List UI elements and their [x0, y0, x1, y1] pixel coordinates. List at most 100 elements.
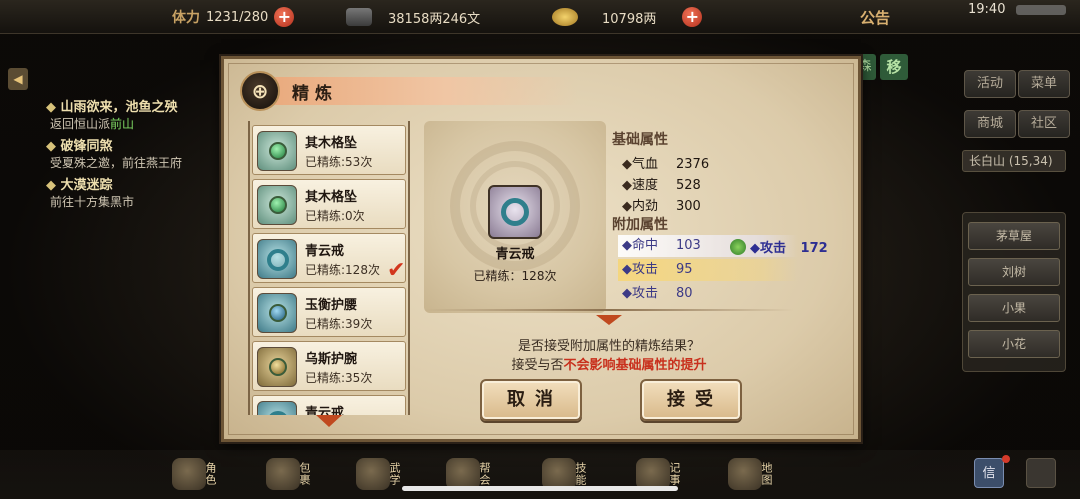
bottom-item-label: 帮会	[478, 462, 491, 486]
bottom-item-label: 技能	[574, 462, 587, 486]
bottom-item-character[interactable]: 角色	[172, 452, 228, 492]
bag-icon	[266, 458, 300, 490]
bottom-item-label: 记事	[668, 462, 681, 486]
npc-item[interactable]: 茅草屋	[968, 222, 1060, 250]
bottom-bar	[0, 450, 1080, 499]
silver-value: 38158两246文	[388, 11, 481, 27]
dialog-title: 精炼	[292, 84, 338, 104]
attr-value: 95	[676, 262, 693, 277]
quest-title: 破锋同煞	[46, 135, 226, 154]
quest-desc-highlight[interactable]: 前山	[110, 117, 134, 131]
bottom-item-label: 包裹	[298, 462, 311, 486]
quest-collapse-arrow-icon[interactable]: ◀	[8, 68, 28, 90]
item-refine-count: 已精练:35次	[305, 371, 373, 385]
item-name: 玉衡护腰	[305, 298, 358, 313]
attr-name: 攻击	[632, 262, 659, 277]
base-attr-row: ◆速度 528	[622, 174, 701, 193]
prompt-text: 接受与否	[511, 358, 564, 373]
scroll-down-icon[interactable]	[316, 415, 342, 427]
add-stamina-button[interactable]: +	[274, 7, 295, 27]
selected-check-icon: ✔	[387, 258, 406, 283]
book-icon	[356, 458, 390, 490]
base-attr-row: ◆气血 2376	[622, 153, 709, 172]
hide-ui-button[interactable]	[1026, 458, 1056, 488]
bottom-item-label: 武学	[388, 462, 401, 486]
ring-icon	[257, 239, 297, 279]
quest-item[interactable]: 大漠迷踪 前往十方集黑市	[46, 174, 226, 211]
attr-name: 速度	[632, 178, 659, 193]
npc-item[interactable]: 刘树	[968, 258, 1060, 286]
list-item[interactable]: 其木格坠 已精练:0次	[252, 179, 406, 229]
npc-item[interactable]: 小花	[968, 330, 1060, 358]
info-button[interactable]: 信	[974, 458, 1004, 488]
extra-attr-row[interactable]: ◆攻击 80	[618, 283, 798, 305]
attr-name: 内劲	[632, 199, 659, 214]
bottom-item-label: 角色	[204, 462, 217, 486]
quest-desc-text: 返回恒山派	[50, 117, 111, 131]
item-name: 其木格坠	[305, 136, 358, 151]
add-gold-button[interactable]: +	[682, 7, 703, 27]
menu-button[interactable]: 菜单	[1018, 70, 1070, 98]
swap-icon	[730, 239, 746, 255]
quest-desc: 受夏殊之邀，前往燕王府	[50, 156, 183, 170]
extra-attr-header: 附加属性	[612, 217, 668, 233]
prompt-warning: 不会影响基础属性的提升	[563, 358, 707, 373]
item-name: 其木格坠	[305, 190, 358, 205]
base-attr-row: ◆内劲 300	[622, 195, 701, 214]
quest-item[interactable]: 破锋同煞 受夏殊之邀，前往燕王府	[46, 135, 226, 172]
bottom-item-bag[interactable]: 包裹	[266, 452, 322, 492]
list-item[interactable]: 乌斯护腕 已精练:35次	[252, 341, 406, 391]
equipment-list[interactable]: 其木格坠 已精练:53次 其木格坠 已精练:0次 青云戒 已精练:128次 ✔ …	[248, 121, 410, 415]
character-icon	[172, 458, 206, 490]
item-refine-count: 已精练:53次	[305, 155, 373, 169]
status-icons	[1016, 5, 1066, 15]
shop-button[interactable]: 商城	[964, 110, 1016, 138]
attr-value: 528	[676, 178, 701, 193]
selected-item-refine-count: 已精练：128次	[473, 269, 557, 283]
confirm-prompt: 是否接受附加属性的精炼结果？ 接受与否不会影响基础属性的提升	[424, 337, 794, 375]
bottom-item-map[interactable]: 地图	[728, 452, 784, 492]
item-name: 青云戒	[305, 406, 345, 415]
move-button[interactable]: 移	[880, 54, 908, 80]
bottom-item-label: 地图	[760, 462, 773, 486]
extra-attr-row-highlighted[interactable]: ◆攻击 95	[618, 259, 798, 281]
selected-item-display: 青云戒 已精练：128次	[424, 121, 606, 313]
attr-value: 80	[676, 286, 693, 301]
accept-button[interactable]: 接受	[640, 379, 742, 421]
community-button[interactable]: 社区	[1018, 110, 1070, 138]
ring-icon	[488, 185, 542, 239]
gold-resource: 10798两 +	[552, 6, 703, 28]
divider-tab-icon	[596, 315, 622, 325]
list-item[interactable]: 玉衡护腰 已精练:39次	[252, 287, 406, 337]
notice-button[interactable]: 公告	[860, 7, 890, 28]
ring-icon	[257, 401, 297, 415]
divider	[424, 309, 794, 311]
attr-value: 300	[676, 199, 701, 214]
selected-item-name: 青云戒	[495, 247, 535, 262]
clock: 19:40	[968, 2, 1006, 17]
gold-value: 10798两	[602, 11, 657, 27]
attr-name: 命中	[632, 238, 659, 253]
quest-item[interactable]: 山雨欲来，池鱼之殃 返回恒山派前山	[46, 96, 226, 133]
activity-button[interactable]: 活动	[964, 70, 1016, 98]
home-indicator	[402, 486, 678, 491]
item-name: 乌斯护腕	[305, 352, 358, 367]
pendant-icon	[257, 185, 297, 225]
list-item[interactable]: 青云戒	[252, 395, 406, 415]
result-attr-name: 攻击	[760, 241, 787, 256]
map-icon	[728, 458, 762, 490]
item-refine-count: 已精练:0次	[305, 209, 365, 223]
list-item-selected[interactable]: 青云戒 已精练:128次 ✔	[252, 233, 406, 283]
base-attr-header: 基础属性	[612, 132, 668, 148]
quest-title: 大漠迷踪	[46, 174, 226, 193]
cancel-button[interactable]: 取消	[480, 379, 582, 421]
location-label[interactable]: 长白山 (15,34)	[962, 150, 1066, 172]
prompt-line1: 是否接受附加属性的精炼结果？	[517, 339, 700, 354]
attr-name: 气血	[632, 157, 659, 172]
list-item[interactable]: 其木格坠 已精练:53次	[252, 125, 406, 175]
silver-resource: 38158两246文	[346, 6, 480, 28]
item-refine-count: 已精练:39次	[305, 317, 373, 331]
top-resource-bar: 体力 1231/280 + 38158两246文 10798两 + 公告 19:…	[0, 0, 1080, 34]
attr-name: 攻击	[632, 286, 659, 301]
npc-item[interactable]: 小果	[968, 294, 1060, 322]
